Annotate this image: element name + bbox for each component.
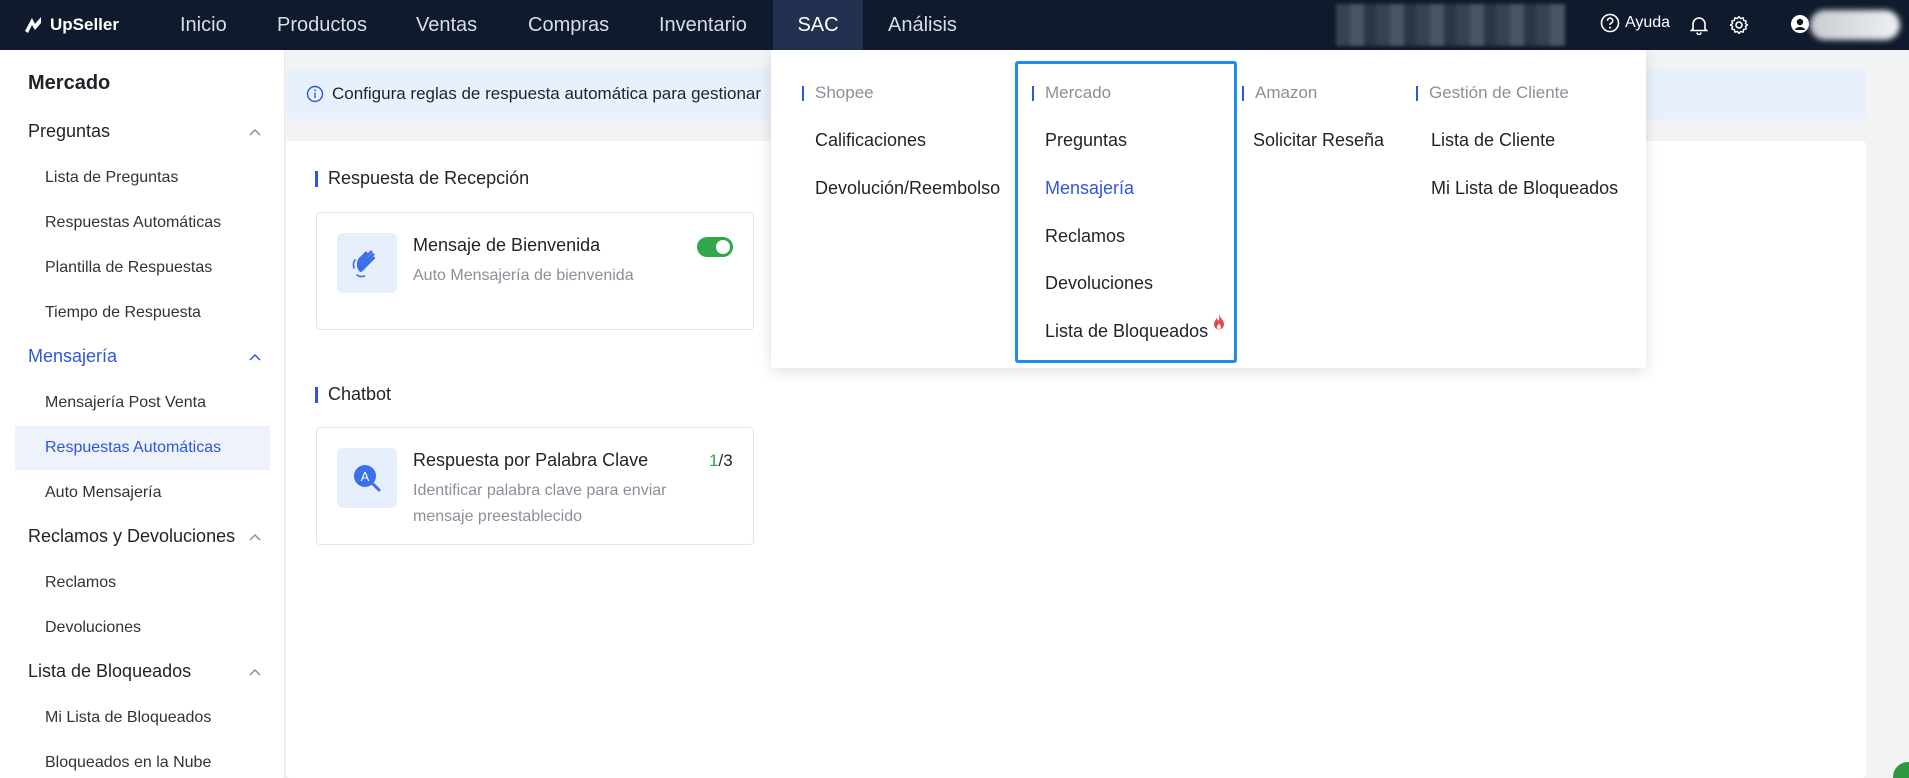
gear-icon[interactable] bbox=[1729, 15, 1749, 40]
sidebar-group-reclamos-y-devoluciones[interactable]: Reclamos y Devoluciones bbox=[28, 526, 235, 547]
dropdown-item-lista-de-bloqueados[interactable]: Lista de Bloqueados bbox=[1045, 314, 1226, 342]
sidebar-item-auto-mensajeria[interactable]: Auto Mensajería bbox=[15, 471, 270, 515]
floating-chat-button[interactable] bbox=[1893, 762, 1909, 778]
chevron-up-icon[interactable] bbox=[248, 127, 262, 137]
brand-logo[interactable]: UpSeller bbox=[22, 12, 119, 38]
section-title-recepcion: Respuesta de Recepción bbox=[315, 168, 529, 189]
dropdown-item-preguntas[interactable]: Preguntas bbox=[1045, 130, 1127, 151]
nav-productos[interactable]: Productos bbox=[257, 0, 387, 50]
keyword-rule-counter: 1/3 bbox=[709, 451, 733, 471]
dropdown-item-mensajeria[interactable]: Mensajería bbox=[1045, 178, 1134, 199]
card-title: Mensaje de Bienvenida bbox=[413, 235, 601, 255]
counter-total: /3 bbox=[718, 451, 733, 470]
keyword-search-icon: A bbox=[337, 448, 397, 508]
bell-icon[interactable] bbox=[1689, 15, 1709, 40]
sidebar-item-reclamos[interactable]: Reclamos bbox=[15, 561, 270, 605]
sidebar-item-mi-lista-de-bloqueados[interactable]: Mi Lista de Bloqueados bbox=[15, 696, 270, 740]
section-title-chatbot: Chatbot bbox=[315, 384, 391, 405]
chevron-up-icon[interactable] bbox=[248, 352, 262, 362]
card-mensaje-de-bienvenida[interactable]: Mensaje de Bienvenida Auto Mensajería de… bbox=[316, 212, 754, 330]
fire-hot-icon bbox=[1214, 314, 1225, 330]
sidebar: Mercado Preguntas Lista de Preguntas Res… bbox=[0, 50, 285, 778]
dropdown-item-label: Lista de Bloqueados bbox=[1045, 321, 1209, 341]
dropdown-item-mi-lista-de-bloqueados[interactable]: Mi Lista de Bloqueados bbox=[1431, 178, 1618, 199]
section-title-text: Respuesta de Recepción bbox=[328, 168, 530, 188]
nav-analisis[interactable]: Análisis bbox=[868, 0, 977, 50]
sidebar-group-mensajeria[interactable]: Mensajería bbox=[28, 346, 117, 367]
dropdown-column-title-shopee: Shopee bbox=[802, 83, 874, 103]
sidebar-item-tiempo-de-respuesta[interactable]: Tiempo de Respuesta bbox=[15, 291, 270, 335]
chevron-up-icon[interactable] bbox=[248, 667, 262, 677]
top-navigation-bar: UpSeller Inicio Productos Ventas Compras… bbox=[0, 0, 1909, 50]
nav-sac[interactable]: SAC bbox=[773, 0, 863, 50]
dropdown-column-title-gestion-de-cliente: Gestión de Cliente bbox=[1416, 83, 1569, 103]
sidebar-item-respuestas-automaticas[interactable]: Respuestas Automáticas bbox=[15, 426, 270, 470]
dropdown-column-title-amazon: Amazon bbox=[1242, 83, 1317, 103]
redacted-area bbox=[1336, 4, 1566, 46]
chevron-up-icon[interactable] bbox=[248, 532, 262, 542]
upseller-logo-icon bbox=[25, 17, 41, 33]
dropdown-item-lista-de-cliente[interactable]: Lista de Cliente bbox=[1431, 130, 1555, 151]
sidebar-item-bloqueados-en-la-nube[interactable]: Bloqueados en la Nube bbox=[15, 741, 270, 778]
sidebar-group-lista-de-bloqueados[interactable]: Lista de Bloqueados bbox=[28, 661, 191, 682]
info-text: Configura reglas de respuesta automática… bbox=[332, 84, 762, 103]
welcome-message-toggle[interactable] bbox=[697, 237, 733, 257]
help-link[interactable]: Ayuda bbox=[1600, 13, 1670, 33]
dropdown-column-title-mercado: Mercado bbox=[1032, 83, 1111, 103]
card-title: Respuesta por Palabra Clave bbox=[413, 450, 649, 470]
dropdown-item-solicitar-resena[interactable]: Solicitar Reseña bbox=[1253, 130, 1384, 151]
card-respuesta-por-palabra-clave[interactable]: A Respuesta por Palabra Clave Identifica… bbox=[316, 427, 754, 545]
nav-inventario[interactable]: Inventario bbox=[639, 0, 767, 50]
question-circle-icon bbox=[1600, 13, 1620, 33]
nav-compras[interactable]: Compras bbox=[508, 0, 629, 50]
nav-inicio[interactable]: Inicio bbox=[160, 0, 247, 50]
section-title-text: Chatbot bbox=[328, 384, 392, 404]
nav-ventas[interactable]: Ventas bbox=[396, 0, 497, 50]
brand-name: UpSeller bbox=[50, 15, 119, 34]
card-description: Identificar palabra clave para enviar me… bbox=[413, 482, 667, 525]
sidebar-group-preguntas[interactable]: Preguntas bbox=[28, 121, 110, 142]
dropdown-item-reclamos[interactable]: Reclamos bbox=[1045, 226, 1125, 247]
dropdown-item-devoluciones[interactable]: Devoluciones bbox=[1045, 273, 1153, 294]
help-label: Ayuda bbox=[1625, 14, 1671, 31]
keyword-icon-letter: A bbox=[361, 469, 370, 484]
redacted-username bbox=[1810, 10, 1900, 40]
wave-hand-icon bbox=[337, 233, 397, 293]
card-description: Auto Mensajería de bienvenida bbox=[413, 267, 634, 284]
sidebar-item-devoluciones[interactable]: Devoluciones bbox=[15, 606, 270, 650]
sidebar-item-mensajeria-post-venta[interactable]: Mensajería Post Venta bbox=[15, 381, 270, 425]
sidebar-item-plantilla-de-respuestas[interactable]: Plantilla de Respuestas bbox=[15, 246, 270, 290]
info-icon bbox=[306, 85, 324, 103]
sac-dropdown-menu: Shopee Calificaciones Devolución/Reembol… bbox=[771, 50, 1646, 368]
sidebar-item-respuestas-automaticas-preguntas[interactable]: Respuestas Automáticas bbox=[15, 201, 270, 245]
user-avatar-icon[interactable] bbox=[1790, 14, 1810, 39]
sidebar-item-lista-de-preguntas[interactable]: Lista de Preguntas bbox=[15, 156, 270, 200]
dropdown-item-devolucion-reembolso[interactable]: Devolución/Reembolso bbox=[815, 178, 1000, 199]
sidebar-title: Mercado bbox=[28, 72, 111, 94]
dropdown-item-calificaciones[interactable]: Calificaciones bbox=[815, 130, 926, 151]
